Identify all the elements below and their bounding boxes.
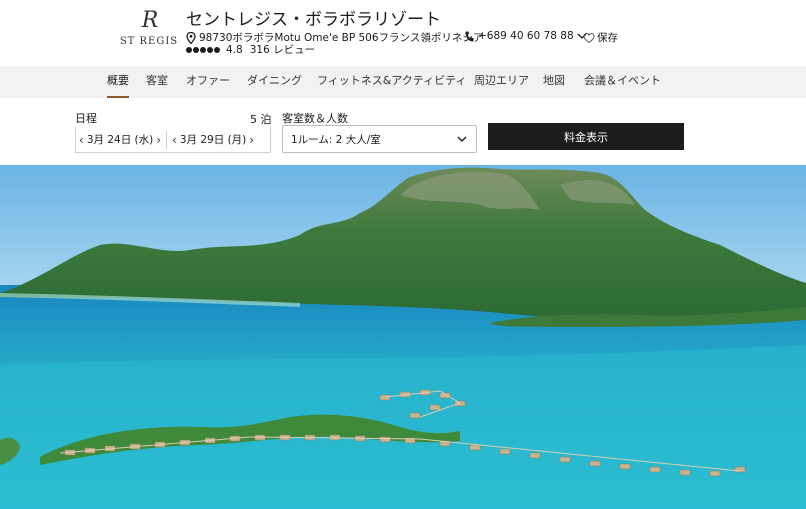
- rooms-guests-value: 1ルーム: 2 大人/室: [291, 133, 381, 146]
- lagoon-aerial-photo: [0, 165, 806, 509]
- rating-dots: [186, 46, 220, 53]
- tab-area[interactable]: 周辺エリア: [474, 66, 529, 98]
- rating-value: 4.8: [226, 43, 243, 56]
- save-button[interactable]: 保存: [583, 30, 618, 45]
- checkout-date: 3月 29日 (月): [179, 134, 247, 146]
- save-label: 保存: [597, 32, 618, 44]
- logo-brand-text: ST REGIS: [119, 36, 179, 47]
- heart-icon: [583, 32, 595, 43]
- tab-dining[interactable]: ダイニング: [247, 66, 302, 98]
- hotel-phone[interactable]: +689 40 60 78 88: [465, 30, 587, 42]
- prev-checkin-arrow-icon[interactable]: ‹: [76, 133, 87, 147]
- show-rates-button[interactable]: 料金表示: [488, 123, 684, 150]
- rating-dot: [214, 46, 220, 53]
- tab-map[interactable]: 地図: [543, 66, 565, 98]
- tab-offers[interactable]: オファー: [186, 66, 230, 98]
- rating-dot: [200, 46, 206, 53]
- tab-fitness-activities[interactable]: フィットネス&アクティビティ: [317, 66, 467, 98]
- hero-image: [0, 165, 806, 509]
- rooms-guests-select[interactable]: 1ルーム: 2 大人/室: [282, 125, 477, 153]
- dates-label: 日程: [75, 112, 97, 125]
- rating-dot: [207, 46, 213, 53]
- checkout-field[interactable]: ‹ 3月 29日 (月) ›: [169, 127, 257, 152]
- checkin-date: 3月 24日 (水): [86, 134, 154, 146]
- tab-meetings-events[interactable]: 会議＆イベント: [584, 66, 661, 98]
- st-regis-logo[interactable]: R ST REGIS: [118, 8, 180, 52]
- review-count: 316 レビュー: [249, 44, 316, 56]
- property-nav: 概要 客室 オファー ダイニング フィットネス&アクティビティ 周辺エリア 地図…: [0, 66, 806, 98]
- date-picker[interactable]: ‹ 3月 24日 (水) › ‹ 3月 29日 (月) ›: [75, 127, 271, 153]
- hotel-name: セントレジス・ボラボラリゾート: [186, 10, 441, 30]
- rating-dot: [193, 46, 199, 53]
- prev-checkout-arrow-icon[interactable]: ‹: [169, 133, 180, 147]
- next-checkin-arrow-icon[interactable]: ›: [153, 133, 164, 147]
- next-checkout-arrow-icon[interactable]: ›: [246, 133, 257, 147]
- rooms-guests-label: 客室数＆人数: [282, 112, 348, 125]
- phone-icon: [465, 31, 474, 41]
- logo-monogram: R: [141, 8, 159, 33]
- nights-count: 5 泊: [250, 113, 272, 126]
- chevron-down-icon: [457, 136, 467, 142]
- phone-text: +689 40 60 78 88: [478, 30, 574, 42]
- tab-rooms[interactable]: 客室: [146, 66, 168, 98]
- rating-summary[interactable]: 4.8 316 レビュー: [186, 42, 315, 57]
- date-divider: [166, 130, 168, 149]
- hotel-header: R ST REGIS セントレジス・ボラボラリゾート 98730ボラボラMotu…: [0, 0, 806, 66]
- tab-overview[interactable]: 概要: [107, 66, 129, 98]
- checkin-field[interactable]: ‹ 3月 24日 (水) ›: [76, 127, 164, 152]
- rating-dot: [186, 46, 192, 53]
